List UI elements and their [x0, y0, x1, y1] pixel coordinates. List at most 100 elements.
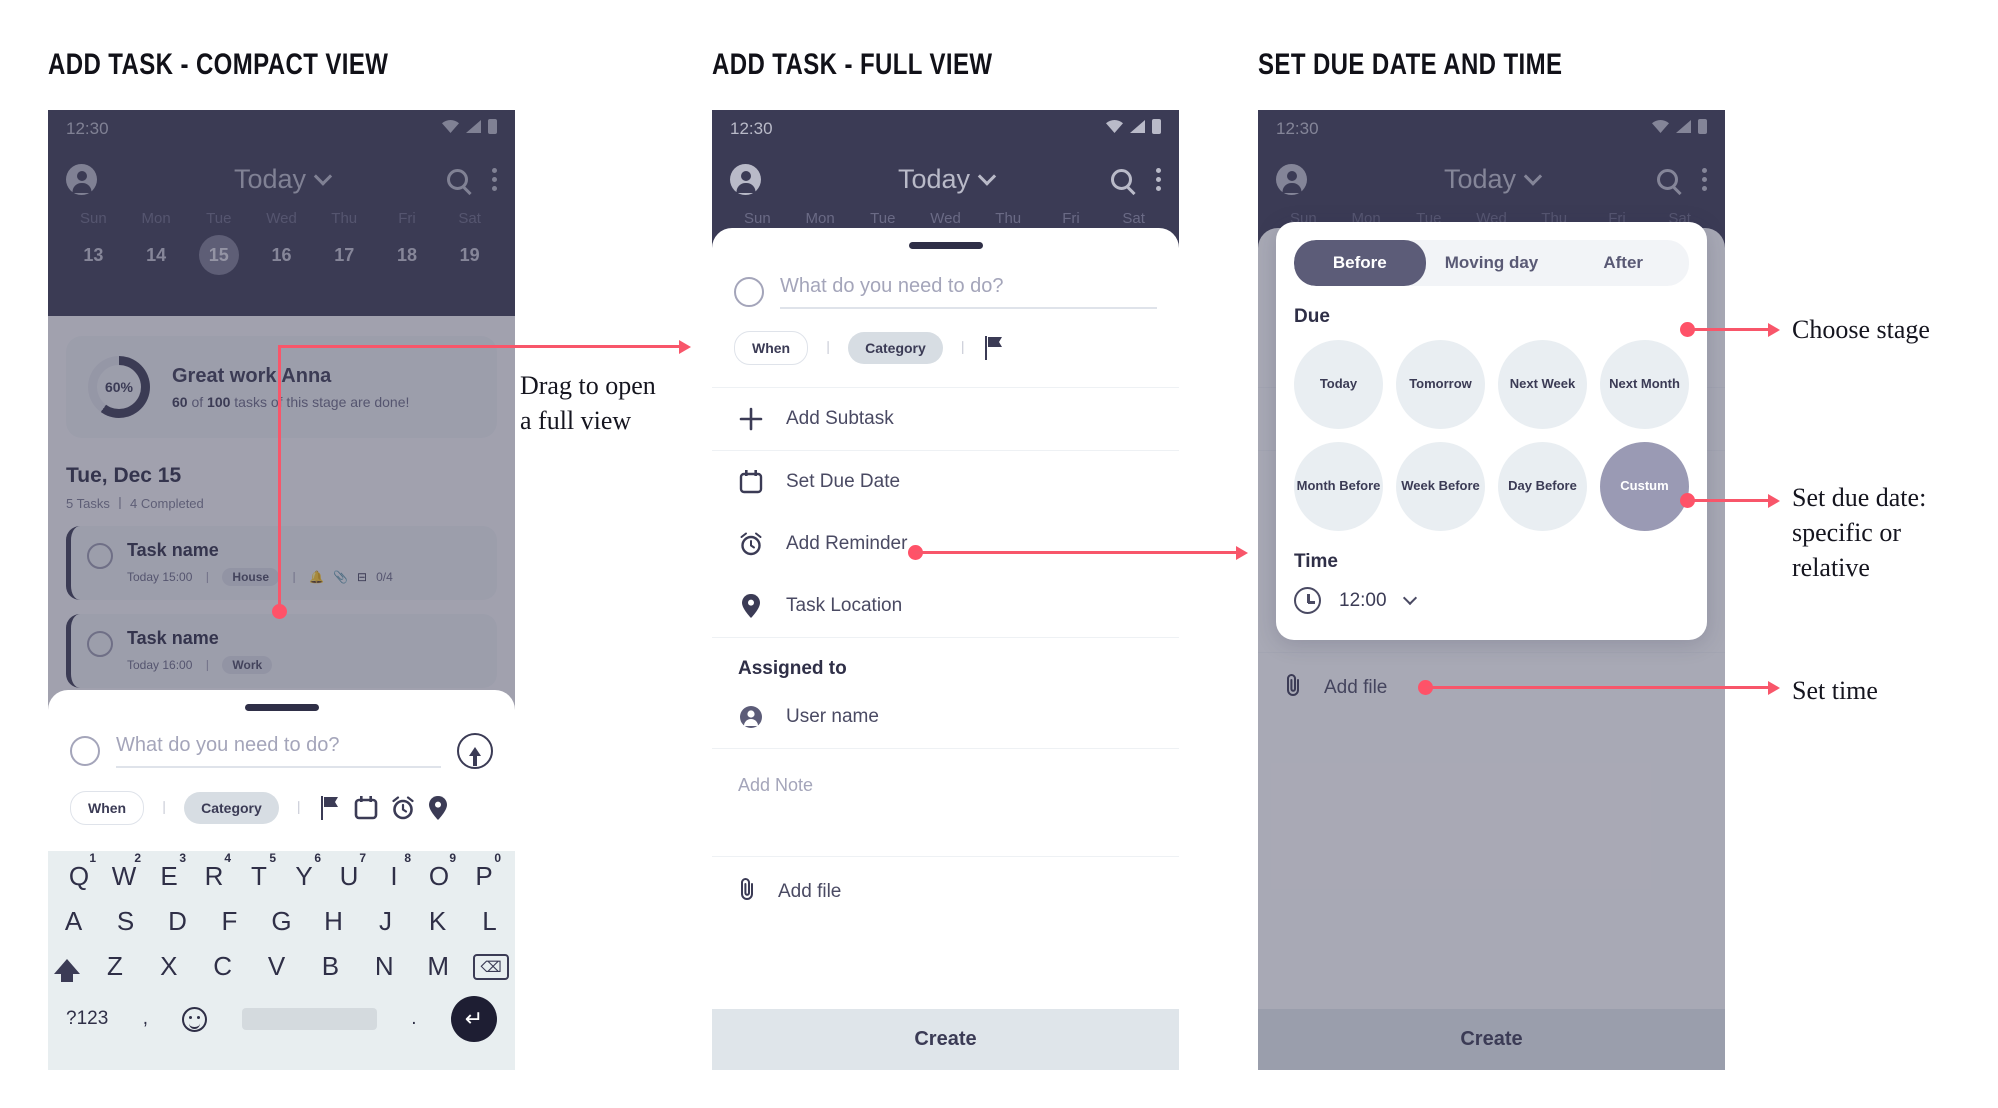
chip-when[interactable]: When	[734, 331, 809, 365]
due-option-today[interactable]: Today	[1294, 340, 1383, 429]
location-icon[interactable]	[428, 796, 448, 820]
key[interactable]: 4R	[195, 851, 233, 892]
chip-category[interactable]: Category	[184, 792, 279, 824]
time-row[interactable]: 12:00	[1294, 587, 1689, 614]
arrow-up-icon	[469, 746, 481, 766]
menu-label: Add Subtask	[786, 408, 894, 429]
backspace-icon[interactable]: ⌫	[473, 953, 510, 980]
numeric-key[interactable]: ?123	[66, 1008, 108, 1030]
key[interactable]: G	[263, 906, 301, 937]
due-option-custom[interactable]: Custum	[1600, 442, 1689, 531]
key[interactable]: F	[211, 906, 249, 937]
key[interactable]: 5T	[240, 851, 278, 892]
segment-moving-day[interactable]: Moving day	[1426, 240, 1558, 286]
key[interactable]: V	[258, 951, 296, 982]
annotation-arrowhead	[679, 340, 691, 354]
task-checkbox[interactable]	[734, 277, 764, 307]
task-input[interactable]: What do you need to do?	[116, 734, 441, 768]
keyboard-row-1: 1Q 2W 3E 4R 5T 6Y 7U 8I 9O 0P	[54, 851, 509, 892]
note-input[interactable]: Add Note	[712, 749, 1179, 857]
annotation-line-v	[278, 345, 281, 607]
key[interactable]: S	[107, 906, 145, 937]
assigned-user-row[interactable]: User name	[712, 686, 1179, 749]
account-icon[interactable]	[730, 163, 761, 195]
divider: ⼁	[955, 340, 970, 356]
status-time: 12:30	[730, 119, 773, 138]
menu-item-set-due-date[interactable]: Set Due Date	[712, 451, 1179, 513]
annotation-arrowhead	[1768, 494, 1780, 508]
key[interactable]: H	[315, 906, 353, 937]
add-file-row[interactable]: Add file	[712, 857, 1179, 927]
menu-item-add-reminder[interactable]: Add Reminder	[712, 513, 1179, 575]
drag-handle[interactable]	[908, 242, 983, 249]
annotation-line-h	[1688, 328, 1772, 331]
key[interactable]: 8I	[375, 851, 413, 892]
menu-item-task-location[interactable]: Task Location	[712, 575, 1179, 638]
progress-ring: 60%	[88, 356, 150, 418]
chip-when[interactable]: When	[70, 791, 145, 825]
create-button[interactable]: Create	[712, 1009, 1179, 1070]
enter-icon[interactable]: ↵	[450, 996, 497, 1042]
key[interactable]: M	[419, 951, 457, 982]
key[interactable]: K	[419, 906, 457, 937]
due-option-week-before[interactable]: Week Before	[1396, 442, 1485, 531]
due-option-month-before[interactable]: Month Before	[1294, 442, 1383, 531]
space-key[interactable]	[241, 1008, 377, 1030]
due-option-day-before[interactable]: Day Before	[1498, 442, 1587, 531]
period-key[interactable]: .	[411, 1008, 416, 1030]
segment-after[interactable]: After	[1557, 240, 1689, 286]
annotation-arrowhead	[1768, 681, 1780, 695]
alarm-icon[interactable]	[391, 796, 415, 820]
add-task-full-sheet: What do you need to do? When ⼁ Category …	[712, 228, 1179, 1070]
key[interactable]: 2W	[105, 851, 143, 892]
due-option-next-week[interactable]: Next Week	[1498, 340, 1587, 429]
annotation-set-due-date: Set due date: specific or relative	[1792, 483, 1927, 583]
task-checkbox[interactable]	[70, 736, 100, 766]
due-option-next-month[interactable]: Next Month	[1600, 340, 1689, 429]
submit-button[interactable]	[457, 733, 493, 769]
chevron-down-icon[interactable]	[1402, 590, 1417, 606]
key[interactable]: B	[312, 951, 350, 982]
calendar-icon[interactable]	[354, 796, 378, 820]
key[interactable]: A	[55, 906, 93, 937]
stage-segmented-control: Before Moving day After	[1294, 240, 1689, 286]
key[interactable]: 1Q	[60, 851, 98, 892]
key[interactable]: X	[150, 951, 188, 982]
clock-icon	[1294, 587, 1321, 614]
menu-label: Task Location	[786, 595, 903, 616]
key[interactable]: 6Y	[285, 851, 323, 892]
overflow-menu-icon[interactable]	[1156, 167, 1161, 191]
location-icon	[738, 594, 764, 618]
task-input[interactable]: What do you need to do?	[780, 275, 1157, 309]
key[interactable]: 9O	[420, 851, 458, 892]
key[interactable]: 3E	[150, 851, 188, 892]
signal-icon	[1130, 120, 1145, 133]
flag-icon[interactable]	[983, 336, 1005, 360]
key[interactable]: 0P	[465, 851, 503, 892]
due-option-tomorrow[interactable]: Tomorrow	[1396, 340, 1485, 429]
key[interactable]: L	[471, 906, 509, 937]
key[interactable]: D	[159, 906, 197, 937]
drag-handle[interactable]	[244, 704, 319, 711]
key[interactable]: 7U	[330, 851, 368, 892]
divider: ⼁	[291, 800, 306, 816]
key[interactable]: N	[365, 951, 403, 982]
app-bar: Today	[712, 148, 1179, 210]
search-icon[interactable]	[1111, 168, 1132, 190]
annotation-set-time: Set time	[1792, 676, 1878, 705]
time-value[interactable]: 12:00	[1339, 590, 1387, 612]
key[interactable]: Z	[96, 951, 134, 982]
segment-before[interactable]: Before	[1294, 240, 1426, 286]
key[interactable]: C	[204, 951, 242, 982]
flag-icon[interactable]	[319, 796, 341, 820]
comma-key[interactable]: ,	[143, 1008, 148, 1030]
assigned-user-name: User name	[786, 706, 879, 727]
progress-percent: 60%	[104, 379, 134, 395]
section-title-full: ADD TASK - FULL VIEW	[712, 48, 993, 81]
menu-item-add-subtask[interactable]: Add Subtask	[712, 387, 1179, 451]
emoji-icon[interactable]	[182, 1006, 208, 1032]
chip-category[interactable]: Category	[848, 332, 943, 364]
shift-icon[interactable]	[54, 959, 80, 982]
key[interactable]: J	[367, 906, 405, 937]
today-dropdown[interactable]: Today	[898, 164, 996, 195]
